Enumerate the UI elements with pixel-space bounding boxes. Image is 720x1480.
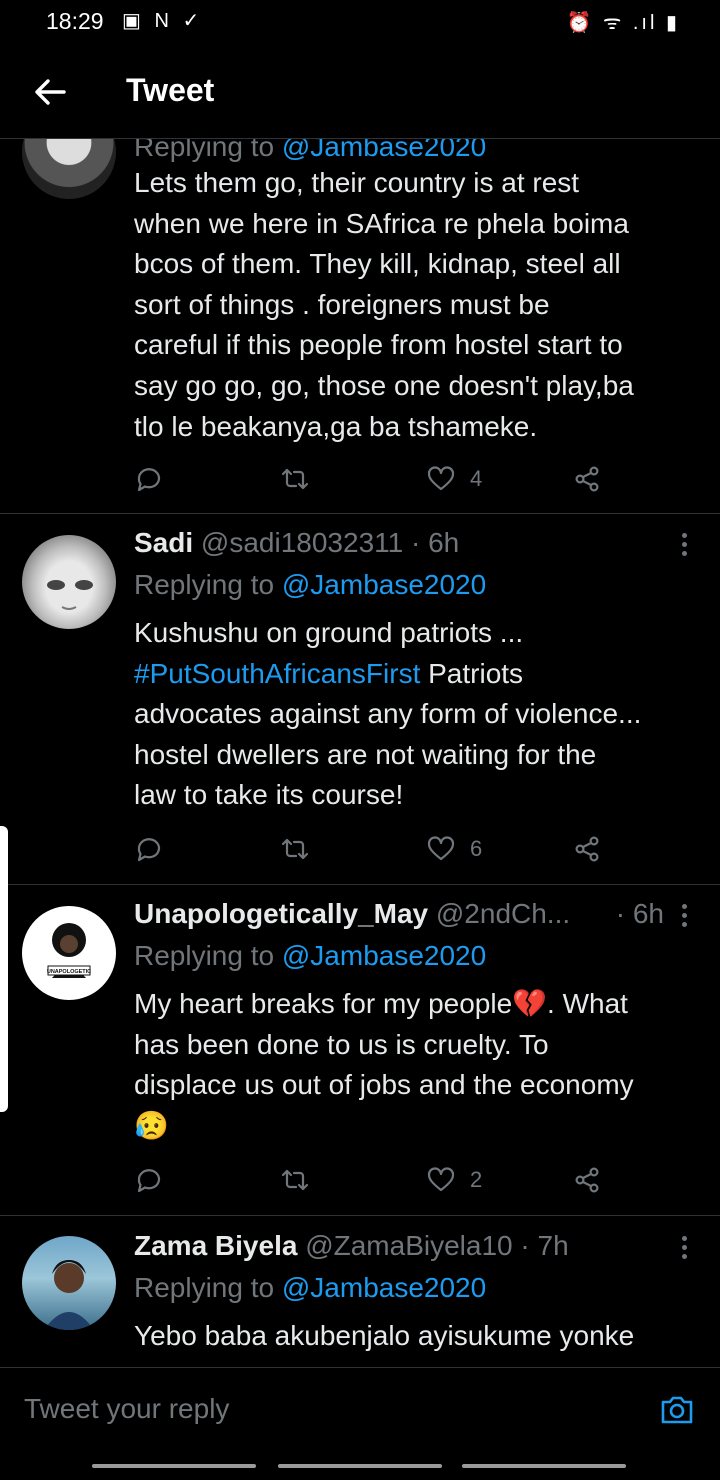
tweet-actions: 2 xyxy=(134,1160,614,1200)
tweet-header: Sadi @sadi18032311 · 6h xyxy=(134,527,694,563)
avatar[interactable] xyxy=(22,535,116,629)
more-options-icon[interactable] xyxy=(672,900,696,934)
display-name[interactable]: Zama Biyela xyxy=(134,1230,297,1261)
reply-input[interactable] xyxy=(22,1390,626,1428)
share-button[interactable] xyxy=(572,829,602,869)
status-time: 18:29 xyxy=(46,8,104,34)
share-icon xyxy=(575,836,599,862)
like-button[interactable]: 2 xyxy=(426,1160,482,1200)
share-icon xyxy=(575,466,599,492)
reply-composer xyxy=(0,1367,720,1446)
like-icon xyxy=(427,466,455,491)
back-arrow-icon[interactable] xyxy=(30,72,70,112)
retweet-icon xyxy=(281,468,309,490)
reply-icon xyxy=(137,838,161,862)
tweet-actions: 6 xyxy=(134,829,614,869)
user-handle[interactable]: @2ndCh... xyxy=(436,898,570,929)
status-bar: 18:29 ▣ N ✓ ⏰ ᯤ .ıl ▮ xyxy=(0,0,720,44)
share-icon xyxy=(575,1167,599,1193)
tweet-text: My heart breaks for my people💔. What has… xyxy=(134,988,634,1141)
retweet-button[interactable] xyxy=(280,459,310,499)
status-system-icons: ⏰ ᯤ .ıl ▮ xyxy=(566,12,680,34)
reply-feed[interactable]: Replying to @Jambase2020 Lets them go, t… xyxy=(0,139,720,1367)
display-name[interactable]: Unapologetically_May xyxy=(134,898,428,929)
user-handle[interactable]: @ZamaBiyela10 xyxy=(305,1230,512,1261)
tweet-text: Kushushu on ground patriots ... #PutSout… xyxy=(134,617,642,811)
display-name[interactable]: Sadi xyxy=(134,527,193,558)
reply-button[interactable] xyxy=(134,459,164,499)
replying-to: Replying to @Jambase2020 xyxy=(134,1272,487,1303)
avatar[interactable]: UNAPOLOGETIC xyxy=(22,906,116,1000)
like-count: 6 xyxy=(470,836,483,861)
tweet-actions: 4 xyxy=(134,459,614,499)
tweet-header: Unapologetically_May @2ndCh... xyxy=(134,898,664,934)
tweet-sadi[interactable]: Sadi @sadi18032311 · 6h Replying to @Jam… xyxy=(0,513,720,885)
hashtag-link[interactable]: #PutSouthAfricansFirst xyxy=(134,658,420,689)
svg-text:UNAPOLOGETIC: UNAPOLOGETIC xyxy=(47,969,91,975)
tweet-text: Lets them go, their country is at rest w… xyxy=(134,167,634,442)
tweet-zama-biyela[interactable]: Zama Biyela @ZamaBiyela10 · 7h Replying … xyxy=(0,1216,720,1367)
mention-link[interactable]: @Jambase2020 xyxy=(282,1272,486,1303)
like-button[interactable]: 6 xyxy=(426,829,482,869)
avatar[interactable] xyxy=(22,139,116,199)
nav-back-button[interactable] xyxy=(462,1464,626,1468)
nav-home-button[interactable] xyxy=(278,1464,442,1468)
like-icon xyxy=(427,836,455,861)
tweet-time: · 6h xyxy=(411,527,460,558)
share-button[interactable] xyxy=(572,459,602,499)
retweet-icon xyxy=(281,838,309,860)
system-nav-bar xyxy=(0,1445,720,1480)
reply-button[interactable] xyxy=(134,829,164,869)
tweet-partial[interactable]: Replying to @Jambase2020 Lets them go, t… xyxy=(0,139,720,514)
replying-to: Replying to @Jambase2020 xyxy=(134,940,487,971)
share-button[interactable] xyxy=(572,1160,602,1200)
more-options-icon[interactable] xyxy=(672,529,696,563)
status-notification-icons: ▣ N ✓ xyxy=(122,10,204,32)
reply-button[interactable] xyxy=(134,1160,164,1200)
nav-recents-button[interactable] xyxy=(92,1464,256,1468)
app-bar: Tweet xyxy=(0,58,720,139)
reply-icon xyxy=(137,1169,161,1193)
like-count: 2 xyxy=(470,1167,483,1192)
retweet-button[interactable] xyxy=(280,1160,310,1200)
like-count: 4 xyxy=(470,466,483,491)
replying-to: Replying to @Jambase2020 xyxy=(134,139,486,163)
like-button[interactable]: 4 xyxy=(426,459,482,499)
tweet-text: Yebo baba akubenjalo ayisukume yonke xyxy=(134,1320,635,1351)
mention-link[interactable]: @Jambase2020 xyxy=(282,569,486,600)
tweet-unapologetically-may[interactable]: UNAPOLOGETIC Unapologetically_May @2ndCh… xyxy=(0,884,720,1216)
more-options-icon[interactable] xyxy=(672,1232,696,1266)
mention-link[interactable]: @Jambase2020 xyxy=(282,940,486,971)
mention-link[interactable]: @Jambase2020 xyxy=(282,139,486,162)
tweet-header: Zama Biyela @ZamaBiyela10 · 7h xyxy=(134,1230,694,1266)
like-icon xyxy=(427,1167,455,1192)
tweet-time: · 7h xyxy=(520,1230,569,1261)
tweet-time: · 6h xyxy=(615,898,664,929)
user-handle[interactable]: @sadi18032311 xyxy=(201,527,403,558)
reply-icon xyxy=(137,468,161,492)
page-title: Tweet xyxy=(126,72,215,108)
retweet-icon xyxy=(281,1169,309,1191)
camera-icon[interactable] xyxy=(658,1390,696,1428)
replying-to: Replying to @Jambase2020 xyxy=(134,569,487,600)
avatar[interactable] xyxy=(22,1236,116,1330)
retweet-button[interactable] xyxy=(280,829,310,869)
edge-panel-handle[interactable] xyxy=(0,826,8,1112)
